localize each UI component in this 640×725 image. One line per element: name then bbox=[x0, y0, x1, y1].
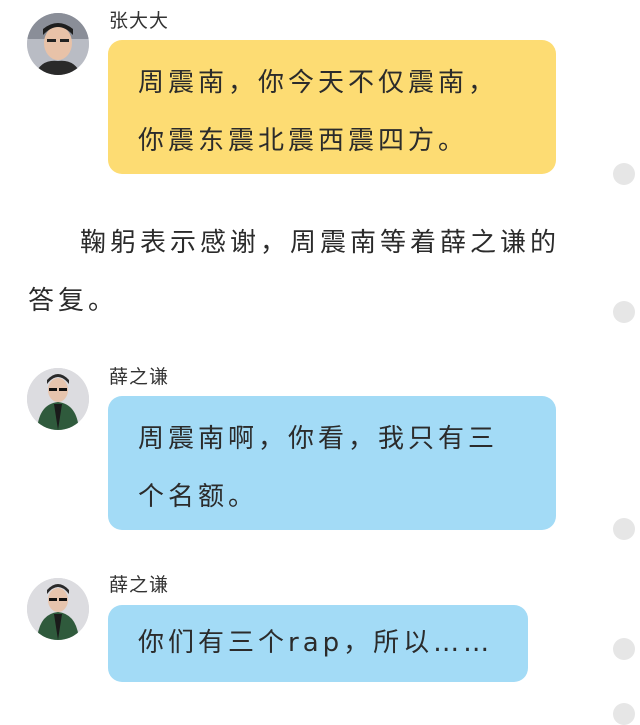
avatar-xuezhiqian[interactable] bbox=[27, 578, 89, 640]
bubble-line: 周震南，你今天不仅震南， bbox=[138, 68, 499, 98]
scroll-indicator-dot[interactable] bbox=[613, 703, 635, 725]
avatar-xuezhiqian[interactable] bbox=[27, 368, 89, 430]
scroll-indicator-dot[interactable] bbox=[613, 163, 635, 185]
narration-text: 鞠躬表示感谢，周震南等着薛之谦的答复。 bbox=[28, 228, 561, 316]
bubble-line: 你震东震北震西震四方。 bbox=[138, 126, 469, 156]
chat-bubble[interactable]: 你们有三个rap，所以…… bbox=[108, 605, 528, 682]
scroll-indicator-dot[interactable] bbox=[613, 518, 635, 540]
scroll-indicator-dot[interactable] bbox=[613, 638, 635, 660]
chat-bubble[interactable]: 周震南，你今天不仅震南， 你震东震北震西震四方。 bbox=[108, 40, 556, 174]
sender-name: 薛之谦 bbox=[109, 574, 170, 596]
sender-name: 张大大 bbox=[109, 10, 170, 32]
scroll-indicator-dot[interactable] bbox=[613, 301, 635, 323]
avatar-zhangdada[interactable] bbox=[27, 13, 89, 75]
person-avatar-icon bbox=[27, 13, 89, 75]
chat-bubble[interactable]: 周震南啊，你看，我只有三 个名额。 bbox=[108, 396, 556, 530]
person-avatar-icon bbox=[27, 578, 89, 640]
sender-name: 薛之谦 bbox=[109, 366, 170, 388]
bubble-line: 周震南啊，你看，我只有三 bbox=[138, 424, 499, 454]
person-avatar-icon bbox=[27, 368, 89, 430]
bubble-line: 你们有三个rap，所以…… bbox=[138, 628, 494, 658]
bubble-line: 个名额。 bbox=[138, 482, 259, 512]
